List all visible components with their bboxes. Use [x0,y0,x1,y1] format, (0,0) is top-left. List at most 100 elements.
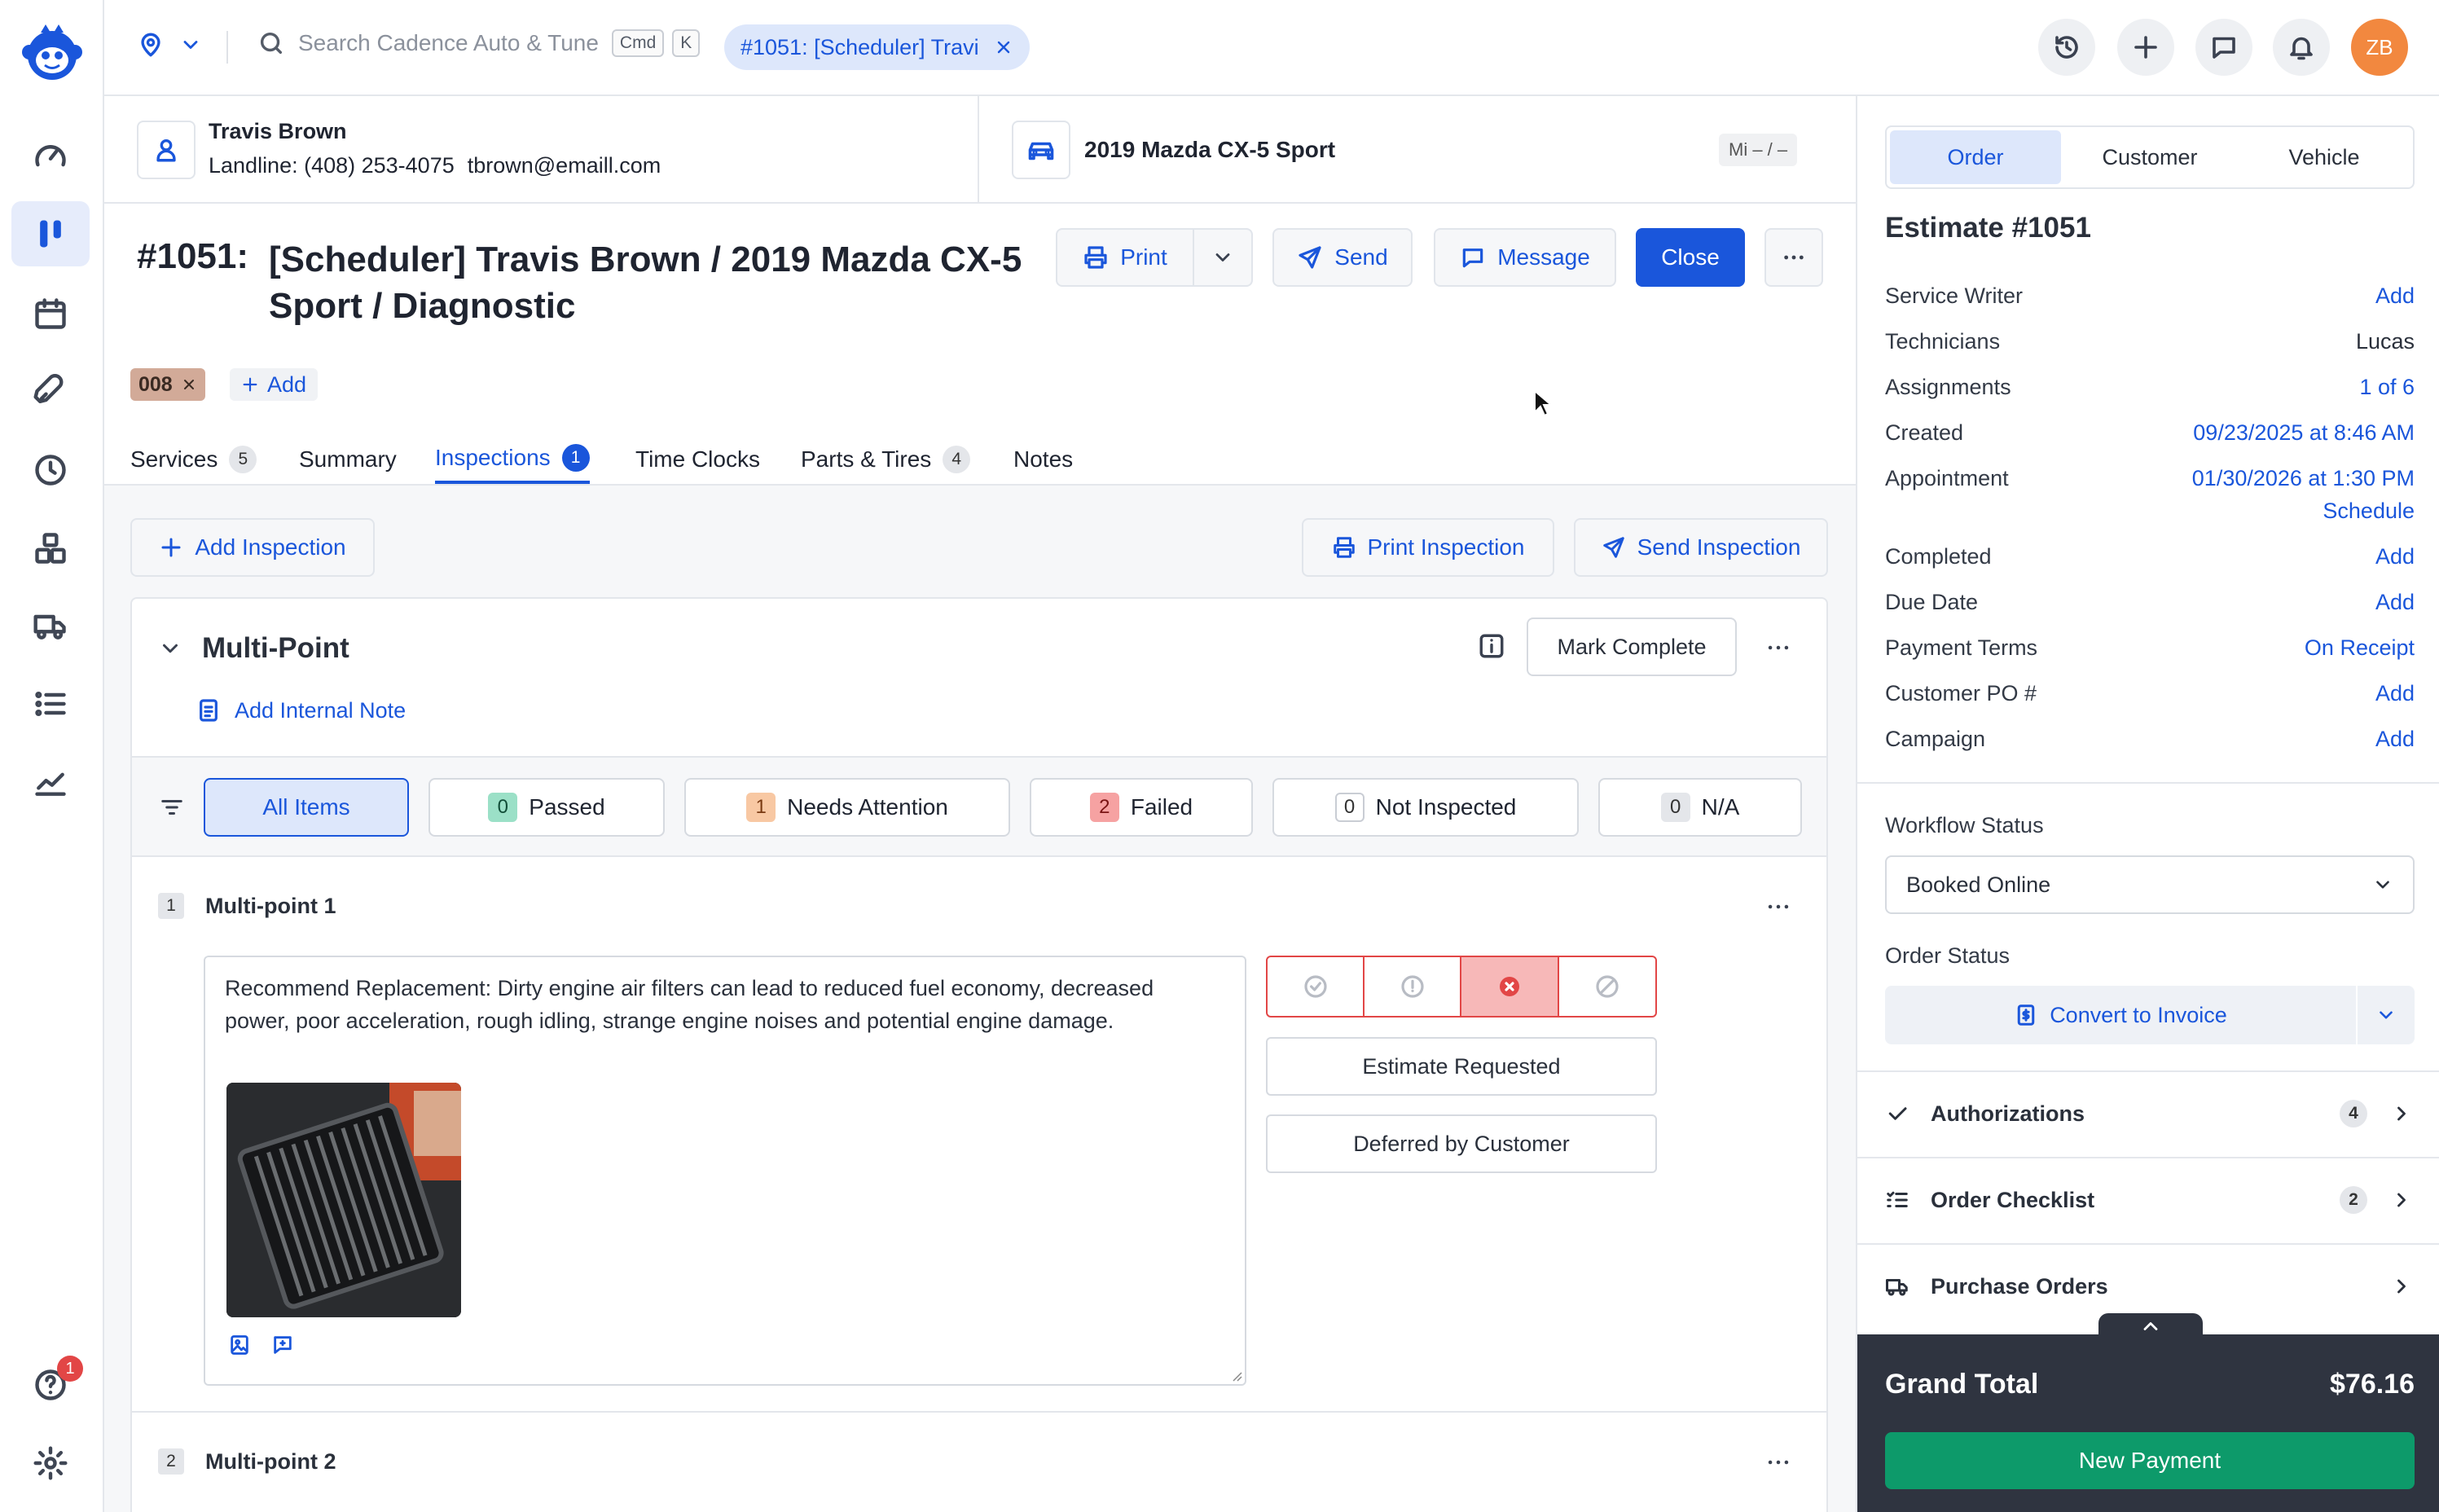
messages-button[interactable] [2195,19,2252,76]
status-failed-button[interactable] [1461,957,1559,1016]
panel-tab-customer[interactable]: Customer [2064,130,2235,184]
workflow-nav[interactable] [11,201,90,266]
convert-split-button: Convert to Invoice [1885,986,2415,1044]
time-nav[interactable] [11,437,90,503]
help-nav[interactable]: 1 [11,1352,90,1418]
inventory-nav[interactable] [11,516,90,581]
filter-passed[interactable]: 0 Passed [428,778,665,837]
add-comment-button[interactable] [270,1334,295,1356]
item-note-text[interactable]: Recommend Replacement: Dirty engine air … [225,972,1211,1037]
customer-phone[interactable]: Landline: (408) 253-4075 [209,153,455,178]
dashboard-nav[interactable] [11,125,90,190]
more-horizontal-icon [1768,1460,1789,1465]
lists-nav[interactable] [11,671,90,736]
convert-options-button[interactable] [2358,986,2415,1044]
marketing-nav[interactable] [11,358,90,424]
close-icon[interactable] [181,376,197,393]
tab-parts-tires[interactable]: Parts & Tires 4 [801,435,971,484]
mark-complete-button[interactable]: Mark Complete [1527,618,1737,676]
history-button[interactable] [2038,19,2095,76]
tab-services[interactable]: Services 5 [130,435,257,484]
tab-notes[interactable]: Notes [1013,435,1073,484]
gauge-icon [35,145,66,167]
filter-all-items[interactable]: All Items [204,778,409,837]
filter-failed[interactable]: 2 Failed [1030,778,1253,837]
location-selector[interactable] [137,29,202,60]
tab-summary[interactable]: Summary [299,435,397,484]
print-inspection-button[interactable]: Print Inspection [1302,518,1554,577]
workflow-status-label: Workflow Status [1885,813,2044,837]
add-tag-button[interactable]: Add [230,368,319,401]
fleet-nav[interactable] [11,593,90,658]
tab-inspections[interactable]: Inspections 1 [435,435,590,484]
vehicle-name[interactable]: 2019 Mazda CX-5 Sport [1084,137,1335,163]
order-title[interactable]: [Scheduler] Travis Brown / 2019 Mazda CX… [269,236,1035,329]
send-icon [1602,537,1624,558]
global-search[interactable]: Search Cadence Auto & Tune Cmd K [257,29,701,57]
notifications-button[interactable] [2273,19,2330,76]
add-button[interactable] [2117,19,2174,76]
tab-time-clocks[interactable]: Time Clocks [635,435,760,484]
workflow-status-select[interactable]: Booked Online [1885,855,2415,914]
air-filter-photo[interactable] [226,1083,461,1317]
divider [978,96,979,204]
schedule-link[interactable]: Schedule [1885,499,2415,524]
item-note-box[interactable]: Recommend Replacement: Dirty engine air … [204,956,1246,1386]
send-button[interactable]: Send [1272,228,1413,287]
panel-tab-vehicle[interactable]: Vehicle [2239,130,2410,184]
app-logo[interactable] [18,20,86,88]
mileage-badge[interactable]: Mi – / – [1719,134,1798,166]
info-button[interactable] [1478,632,1505,660]
bell-icon [2290,37,2313,60]
expand-totals-button[interactable] [2098,1313,2203,1339]
status-attention-button[interactable] [1365,957,1461,1016]
item-name[interactable]: Multi-point 1 [205,894,336,919]
convert-to-invoice-button[interactable]: Convert to Invoice [1885,986,2358,1044]
filter-button[interactable] [158,795,186,820]
plus-icon [243,377,257,392]
divider [1857,782,2439,784]
item-name[interactable]: Multi-point 2 [205,1449,336,1475]
open-order-tab[interactable]: #1051: [Scheduler] Travi [724,24,1030,70]
filter-na[interactable]: 0 N/A [1598,778,1802,837]
section-order-checklist[interactable]: Order Checklist 2 [1857,1157,2439,1242]
calendar-nav[interactable] [11,281,90,346]
message-button[interactable]: Message [1434,228,1616,287]
panel-tab-order[interactable]: Order [1890,130,2061,184]
inspection-more-button[interactable] [1764,634,1792,662]
more-horizontal-icon [1784,255,1804,260]
inspection-title: Multi-Point [202,632,349,664]
deferred-button[interactable]: Deferred by Customer [1266,1114,1657,1173]
close-icon[interactable] [994,37,1013,57]
item-more-button[interactable] [1764,1448,1792,1476]
reports-nav[interactable] [11,749,90,815]
send-inspection-button[interactable]: Send Inspection [1574,518,1828,577]
print-split-button: Print [1056,228,1253,287]
settings-nav[interactable] [11,1431,90,1496]
chat-icon [2213,37,2235,59]
customer-name[interactable]: Travis Brown [209,119,347,144]
filter-icon [161,800,182,815]
filter-needs-attention[interactable]: 1 Needs Attention [684,778,1010,837]
resize-handle-icon[interactable] [1230,1369,1243,1382]
alert-circle-icon [1400,975,1424,998]
customer-email[interactable]: tbrown@emaill.com [468,153,661,178]
section-authorizations[interactable]: Authorizations 4 [1857,1070,2439,1155]
add-photo-button[interactable] [228,1334,251,1356]
add-internal-note-button[interactable]: Add Internal Note [196,697,406,723]
more-actions-button[interactable] [1764,228,1823,287]
filter-not-inspected[interactable]: 0 Not Inspected [1272,778,1579,837]
order-tag[interactable]: 008 [130,368,205,401]
print-button[interactable]: Print [1057,230,1194,285]
status-na-button[interactable] [1559,957,1655,1016]
add-inspection-button[interactable]: Add Inspection [130,518,375,577]
user-avatar[interactable]: ZB [2351,19,2408,76]
close-order-button[interactable]: Close [1636,228,1745,287]
item-more-button[interactable] [1764,893,1792,921]
status-pass-button[interactable] [1268,957,1365,1016]
print-options-button[interactable] [1194,230,1251,285]
new-payment-button[interactable]: New Payment [1885,1432,2415,1489]
estimate-requested-button[interactable]: Estimate Requested [1266,1037,1657,1096]
inspection-header[interactable]: Multi-Point [158,632,349,665]
chevron-down-icon[interactable] [158,636,182,661]
